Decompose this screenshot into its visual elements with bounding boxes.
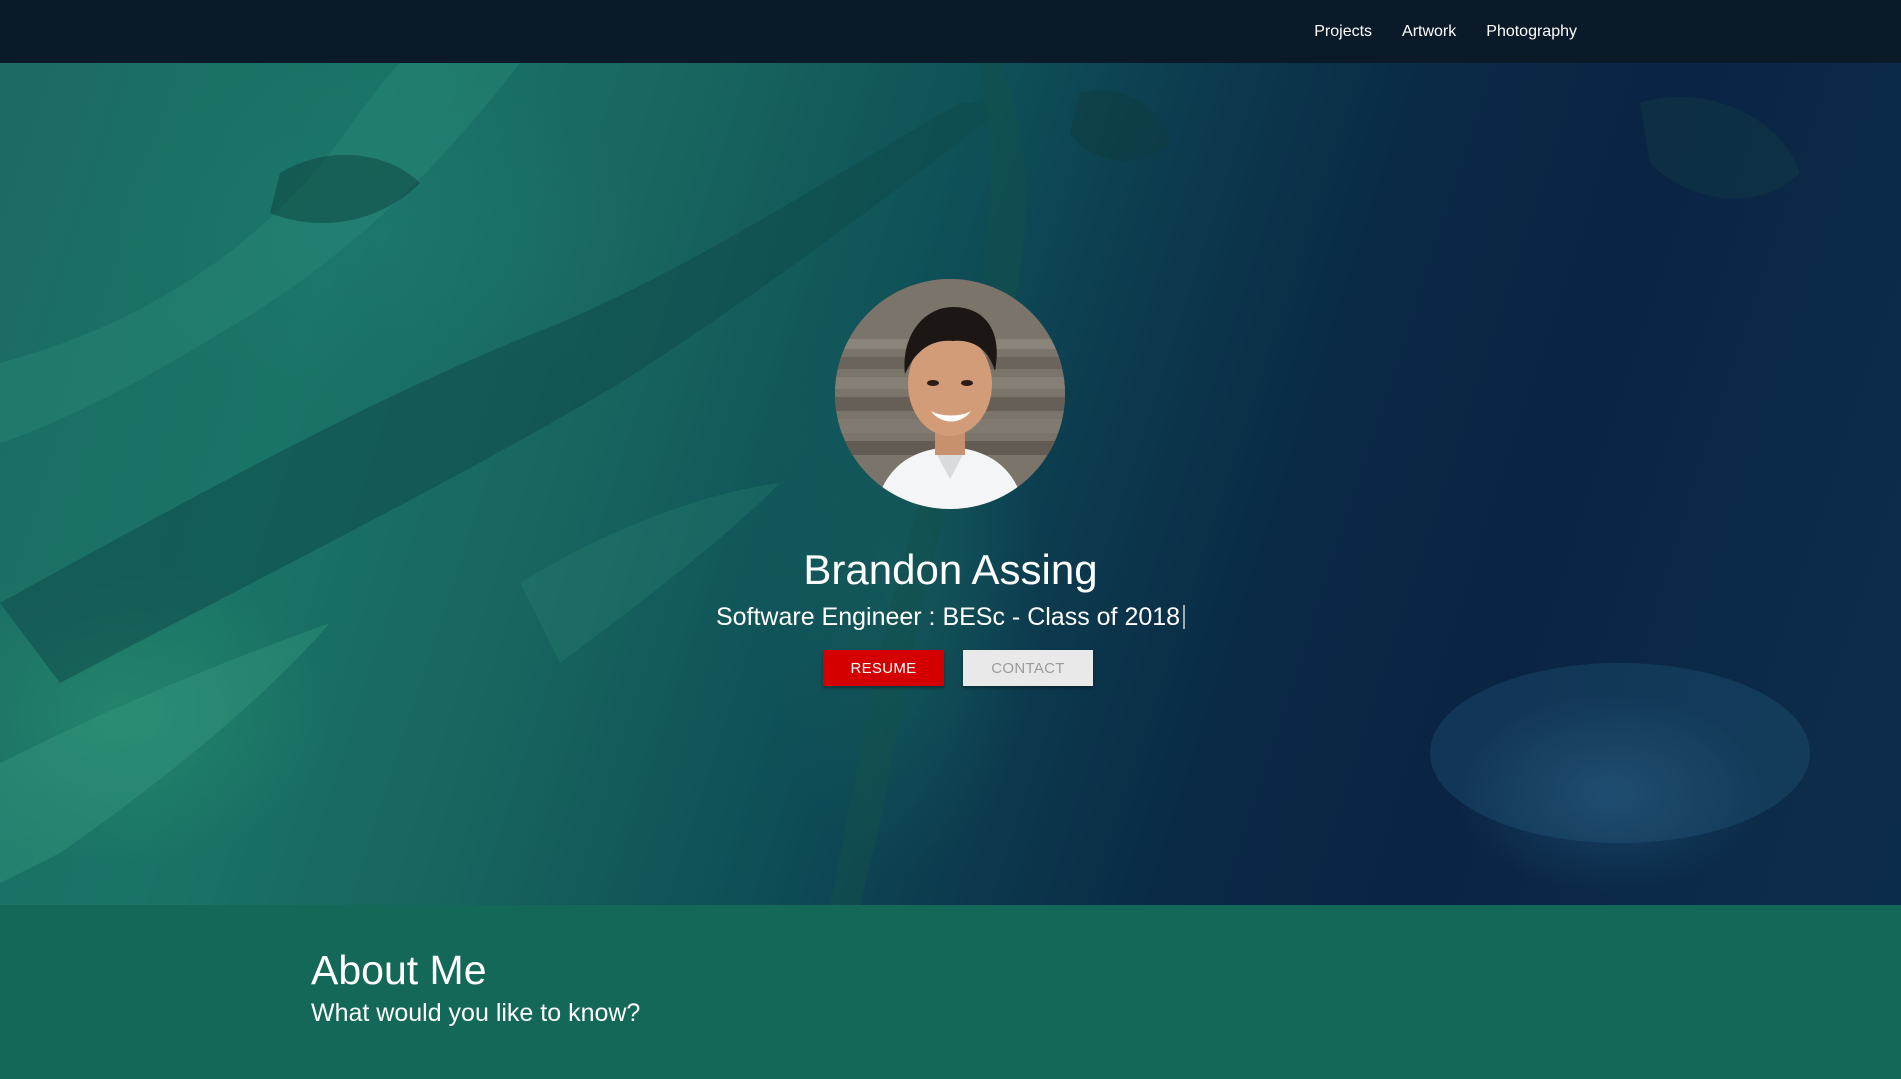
about-title: About Me bbox=[311, 947, 487, 993]
hero-section: Brandon Assing Software Engineer : BESc … bbox=[0, 63, 1901, 905]
contact-button[interactable]: CONTACT bbox=[963, 650, 1093, 686]
about-section: About Me What would you like to know? bbox=[0, 905, 1901, 1079]
nav-link-photography[interactable]: Photography bbox=[1486, 23, 1577, 41]
hero-subtitle: Software Engineer : BESc - Class of 2018 bbox=[715, 603, 1181, 631]
resume-button[interactable]: RESUME bbox=[823, 650, 944, 686]
hero-name: Brandon Assing bbox=[803, 546, 1098, 593]
top-navbar: Projects Artwork Photography bbox=[0, 0, 1901, 63]
nav-links: Projects Artwork Photography bbox=[1314, 0, 1577, 63]
about-subtitle: What would you like to know? bbox=[311, 999, 641, 1027]
nav-link-artwork[interactable]: Artwork bbox=[1402, 23, 1456, 41]
nav-link-projects[interactable]: Projects bbox=[1314, 23, 1372, 41]
hero-subtitle-wrapper: Software Engineer : BESc - Class of 2018 bbox=[0, 600, 1901, 634]
profile-photo bbox=[835, 279, 1065, 509]
profile-avatar bbox=[835, 279, 1065, 509]
hero-content: Brandon Assing Software Engineer : BESc … bbox=[0, 63, 1901, 905]
typing-caret bbox=[1183, 605, 1186, 629]
